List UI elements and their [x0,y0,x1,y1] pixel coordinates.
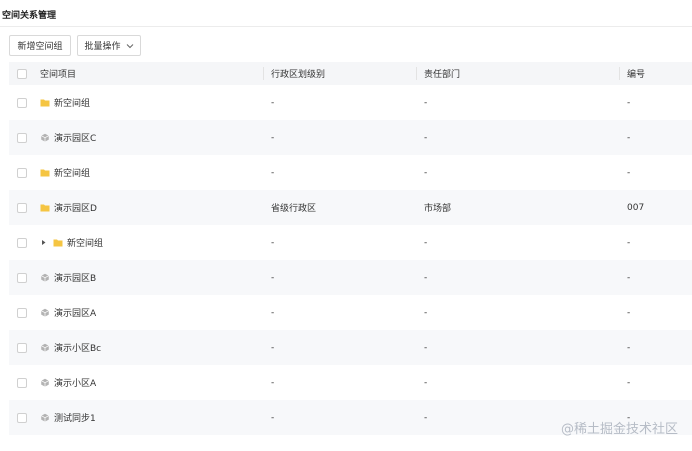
row-name-label: 演示小区Bc [54,344,102,354]
row-dept-cell: - [424,132,428,143]
table-header: 空间项目 行政区划级别 责任部门 编号 [9,62,692,85]
row-name-cell[interactable]: 测试同步1 [40,411,96,424]
row-level-cell: - [271,307,275,318]
column-divider [619,67,620,80]
row-dept-cell: - [424,97,428,108]
folder-icon [40,204,50,212]
cube-icon [41,413,49,422]
chevron-down-icon [126,43,133,48]
row-dept-cell: - [424,272,428,283]
row-level-cell: - [271,97,275,108]
row-checkbox[interactable] [17,342,27,353]
cube-icon [41,308,49,317]
batch-operations-label: 批量操作 [84,42,121,52]
page-title: 空间关系管理 [2,11,57,21]
folder-icon [40,99,50,107]
row-name-label: 演示小区A [54,379,97,389]
table-row[interactable]: 演示园区B - - - [9,260,692,295]
row-level-cell: - [271,377,275,388]
row-checkbox[interactable] [17,272,27,283]
row-code-cell: - [627,167,631,178]
row-name-label: 演示园区B [54,274,97,284]
cube-icon [41,133,49,142]
row-code-cell: - [627,377,631,388]
table-row[interactable]: 演示园区C - - - [9,120,692,155]
batch-operations-button[interactable]: 批量操作 [77,35,141,56]
row-code-cell: - [627,342,631,353]
table-row[interactable]: 演示园区D 省级行政区 市场部 007 [9,190,692,225]
row-checkbox[interactable] [17,97,27,108]
row-name-cell[interactable]: 演示园区C [40,131,96,144]
row-level-cell: - [271,412,275,423]
row-checkbox[interactable] [17,412,27,423]
row-dept-cell: - [424,412,428,423]
row-name-cell[interactable]: 演示园区D [40,201,97,214]
row-checkbox[interactable] [17,307,27,318]
row-name-cell[interactable]: 演示小区Bc [40,341,101,354]
row-checkbox[interactable] [17,237,27,248]
row-checkbox[interactable] [17,132,27,143]
row-name-cell[interactable]: 演示小区A [40,376,96,389]
table-row[interactable]: 演示园区A - - - [9,295,692,330]
row-code-cell: - [627,272,631,283]
row-name-label: 新空间组 [54,169,91,179]
cube-icon [41,343,49,352]
row-name-label: 演示园区C [54,134,97,144]
row-dept-cell: - [424,237,428,248]
cube-icon [41,378,49,387]
folder-icon [53,239,63,247]
table-row[interactable]: 演示小区A - - - [9,365,692,400]
row-level-cell: - [271,342,275,353]
header-level: 行政区划级别 [271,70,326,80]
row-level-cell: - [271,272,275,283]
table-row[interactable]: 新空间组 - - - [9,85,692,120]
header-dept: 责任部门 [424,70,461,80]
expand-caret-icon[interactable] [40,239,47,246]
table-row[interactable]: 新空间组 - - - [9,225,692,260]
row-dept-cell: - [424,167,428,178]
row-name-label: 演示园区D [54,204,97,214]
header-name: 空间项目 [40,70,77,80]
row-code-cell: - [627,237,631,248]
watermark: @稀土掘金技术社区 [560,422,678,437]
new-space-group-button[interactable]: 新增空间组 [9,35,71,56]
row-name-label: 新空间组 [54,99,91,109]
row-name-cell[interactable]: 演示园区A [40,306,96,319]
row-code-cell: - [627,97,631,108]
row-checkbox[interactable] [17,202,27,213]
table-body: 新空间组 - - - 演示园区C - - - 新空间组 - - - 演示园区D 省级行政区 市场部 007 新空… [9,85,692,435]
row-level-cell: - [271,167,275,178]
row-dept-cell: - [424,377,428,388]
column-divider [416,67,417,80]
row-name-cell[interactable]: 演示园区B [40,271,96,284]
row-name-cell[interactable]: 新空间组 [40,236,103,249]
row-level-cell: - [271,237,275,248]
row-name-label: 测试同步1 [54,414,96,424]
row-level-cell: - [271,132,275,143]
row-name-label: 新空间组 [67,239,104,249]
title-divider [0,26,692,27]
row-checkbox[interactable] [17,167,27,178]
space-table: 空间项目 行政区划级别 责任部门 编号 新空间组 - - - 演示园区C - - - 新空间组 -… [9,62,692,435]
column-divider [263,67,264,80]
row-name-cell[interactable]: 新空间组 [40,166,90,179]
row-code-cell: 007 [627,202,645,213]
row-dept-cell: - [424,342,428,353]
row-level-cell: 省级行政区 [271,204,317,214]
row-code-cell: - [627,132,631,143]
table-row[interactable]: 新空间组 - - - [9,155,692,190]
row-dept-cell: - [424,307,428,318]
row-name-cell[interactable]: 新空间组 [40,96,90,109]
select-all-checkbox[interactable] [17,68,27,79]
row-dept-cell: 市场部 [424,204,452,214]
header-code: 编号 [627,70,646,80]
row-code-cell: - [627,307,631,318]
row-checkbox[interactable] [17,377,27,388]
folder-icon [40,169,50,177]
table-row[interactable]: 演示小区Bc - - - [9,330,692,365]
row-name-label: 演示园区A [54,309,97,319]
cube-icon [41,273,49,282]
